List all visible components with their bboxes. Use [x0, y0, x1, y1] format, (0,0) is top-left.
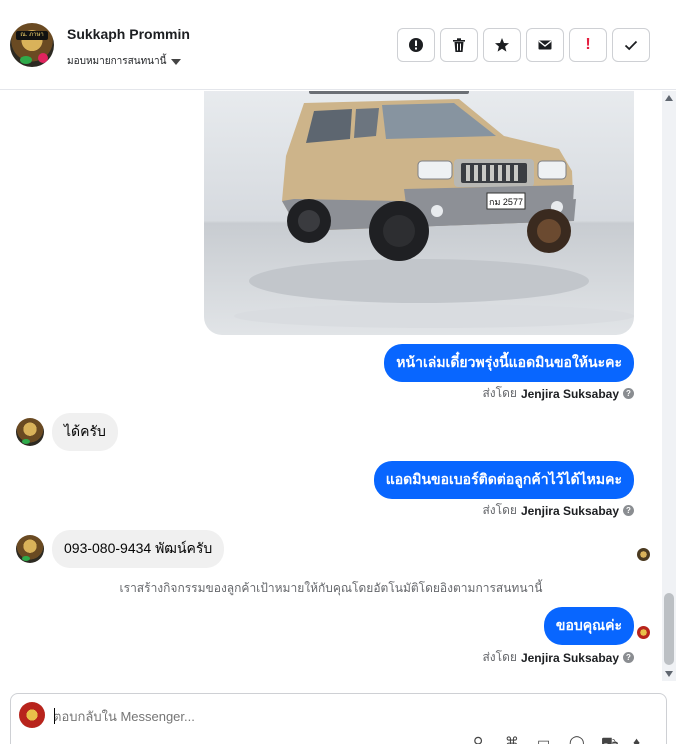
image-icon[interactable]: ▭: [537, 736, 555, 744]
help-icon[interactable]: ?: [623, 505, 634, 516]
contact-avatar[interactable]: ณ. ภาษา: [10, 23, 54, 67]
sent-by-label: ส่งโดย Jenjira Suksabay ?: [482, 648, 634, 667]
mark-spam-button[interactable]: [397, 28, 435, 62]
sent-by-prefix: ส่งโดย: [482, 650, 517, 664]
system-note: เราสร้างกิจกรรมของลูกค้าเป้าหมายให้กับคุ…: [119, 581, 543, 595]
avatar-leaf-icon: [22, 556, 30, 561]
thumbs-up-icon[interactable]: ♦: [633, 736, 651, 744]
mark-unread-button[interactable]: [526, 28, 564, 62]
license-plate-text: กม 2577: [489, 197, 523, 207]
seen-page-icon: [637, 626, 650, 639]
emoji-icon[interactable]: ◯: [569, 736, 587, 744]
sent-by-label: ส่งโดย Jenjira Suksabay ?: [482, 384, 634, 403]
attachment-icon[interactable]: ⌘: [505, 736, 523, 744]
exclamation-icon: !: [585, 36, 591, 53]
star-icon: [495, 38, 509, 52]
person-add-icon[interactable]: ⚲: [473, 736, 491, 744]
outgoing-message[interactable]: ขอบคุณค่ะ: [543, 607, 634, 645]
scroll-down-icon[interactable]: [665, 671, 673, 677]
message-composer: ⚲ ⌘ ▭ ◯ ⛟ ♦: [10, 693, 667, 744]
contact-avatar-small[interactable]: [16, 418, 44, 446]
follow-up-button[interactable]: !: [569, 28, 607, 62]
agent-name[interactable]: Jenjira Suksabay: [521, 651, 619, 665]
incoming-message[interactable]: 093-080-9434 พัฒน์ครับ: [52, 530, 225, 568]
mark-done-button[interactable]: [612, 28, 650, 62]
header-actions: !: [397, 28, 650, 62]
assign-conversation-dropdown[interactable]: มอบหมายการสนทนานี้: [67, 54, 182, 69]
sent-by-prefix: ส่งโดย: [482, 386, 517, 400]
conversation-header: ณ. ภาษา Sukkaph Prommin มอบหมายการสนทนาน…: [0, 0, 676, 90]
text-cursor: [54, 708, 55, 724]
contact-avatar-small[interactable]: [16, 535, 44, 563]
sent-by-prefix: ส่งโดย: [482, 503, 517, 517]
car-illustration: กม 2577: [234, 91, 634, 328]
chat-scrollbar[interactable]: [662, 91, 676, 681]
message-thread[interactable]: กม 2577 หน้าเล่มเดี๋ยวพรุ่งนี้แอดมินขอให…: [0, 91, 662, 681]
cart-icon[interactable]: ⛟: [601, 736, 619, 744]
avatar-ribbon-text: ณ. ภาษา: [16, 31, 48, 40]
delete-button[interactable]: [440, 28, 478, 62]
agent-name[interactable]: Jenjira Suksabay: [521, 504, 619, 518]
avatar-leaf-icon: [20, 56, 32, 64]
scroll-up-icon[interactable]: [665, 95, 673, 101]
envelope-icon: [538, 40, 552, 50]
outgoing-message[interactable]: แอดมินขอเบอร์ติดต่อลูกค้าไว้ได้ไหมคะ: [373, 461, 634, 499]
avatar-badge: [38, 53, 48, 63]
outgoing-message[interactable]: หน้าเล่มเดี๋ยวพรุ่งนี้แอดมินขอให้นะคะ: [384, 344, 634, 382]
car-photo[interactable]: กม 2577: [204, 91, 634, 335]
agent-name[interactable]: Jenjira Suksabay: [521, 387, 619, 401]
seen-avatar-icon: [637, 548, 650, 561]
scrollbar-thumb[interactable]: [664, 593, 674, 665]
sent-by-label: ส่งโดย Jenjira Suksabay ?: [482, 501, 634, 520]
incoming-message[interactable]: ได้ครับ: [52, 413, 118, 451]
alert-circle-icon: [409, 38, 423, 52]
contact-name[interactable]: Sukkaph Prommin: [67, 26, 190, 42]
trash-icon: [453, 38, 465, 52]
avatar-leaf-icon: [22, 439, 30, 444]
star-button[interactable]: [483, 28, 521, 62]
help-icon[interactable]: ?: [623, 388, 634, 399]
assign-label: มอบหมายการสนทนานี้: [67, 56, 167, 67]
help-icon[interactable]: ?: [623, 652, 634, 663]
page-logo: [19, 702, 45, 728]
check-icon: [624, 40, 638, 51]
caret-down-icon: [171, 58, 182, 65]
composer-tools: ⚲ ⌘ ▭ ◯ ⛟ ♦: [473, 736, 651, 744]
reply-input[interactable]: [53, 704, 613, 728]
